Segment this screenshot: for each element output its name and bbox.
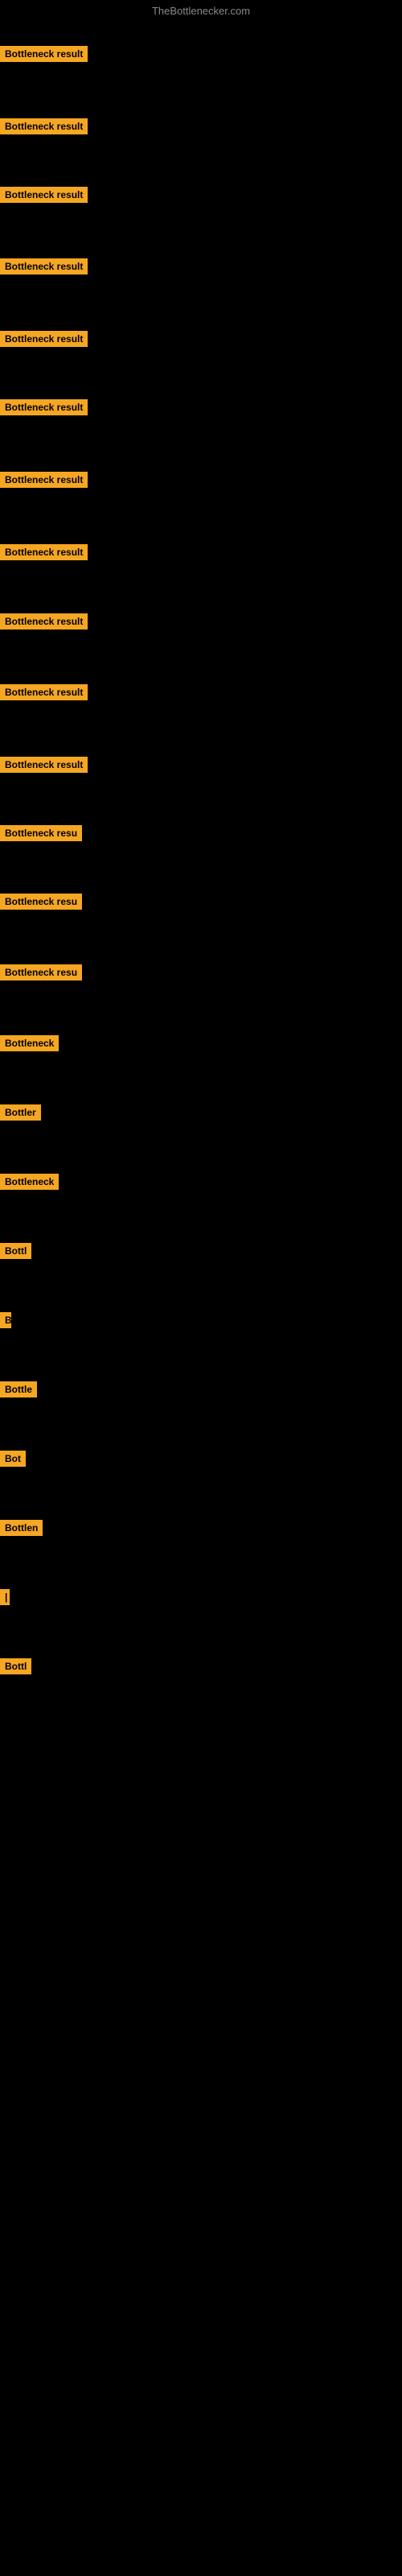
bottleneck-result-label-19: B <box>0 1312 11 1328</box>
bottleneck-result-label-12: Bottleneck resu <box>0 825 82 841</box>
bottleneck-result-label-3: Bottleneck result <box>0 187 88 203</box>
bottleneck-result-label-15: Bottleneck <box>0 1035 59 1051</box>
bottleneck-result-label-24: Bottl <box>0 1658 31 1674</box>
site-title: TheBottlenecker.com <box>0 0 402 22</box>
bottleneck-result-label-4: Bottleneck result <box>0 258 88 275</box>
bottleneck-result-label-20: Bottle <box>0 1381 37 1397</box>
bottleneck-result-label-10: Bottleneck result <box>0 684 88 700</box>
bottleneck-result-label-1: Bottleneck result <box>0 46 88 62</box>
bottleneck-result-label-6: Bottleneck result <box>0 399 88 415</box>
bottleneck-result-label-11: Bottleneck result <box>0 757 88 773</box>
bottleneck-result-label-8: Bottleneck result <box>0 544 88 560</box>
bottleneck-result-label-21: Bot <box>0 1451 26 1467</box>
bottleneck-result-label-23: | <box>0 1589 10 1605</box>
bottleneck-result-label-17: Bottleneck <box>0 1174 59 1190</box>
bottleneck-result-label-13: Bottleneck resu <box>0 894 82 910</box>
bottleneck-result-label-14: Bottleneck resu <box>0 964 82 980</box>
bottleneck-result-label-9: Bottleneck result <box>0 613 88 630</box>
bottleneck-result-label-16: Bottler <box>0 1104 41 1121</box>
bottleneck-result-label-22: Bottlen <box>0 1520 43 1536</box>
bottleneck-result-label-7: Bottleneck result <box>0 472 88 488</box>
bottleneck-result-label-5: Bottleneck result <box>0 331 88 347</box>
bottleneck-result-label-18: Bottl <box>0 1243 31 1259</box>
bottleneck-result-label-2: Bottleneck result <box>0 118 88 134</box>
